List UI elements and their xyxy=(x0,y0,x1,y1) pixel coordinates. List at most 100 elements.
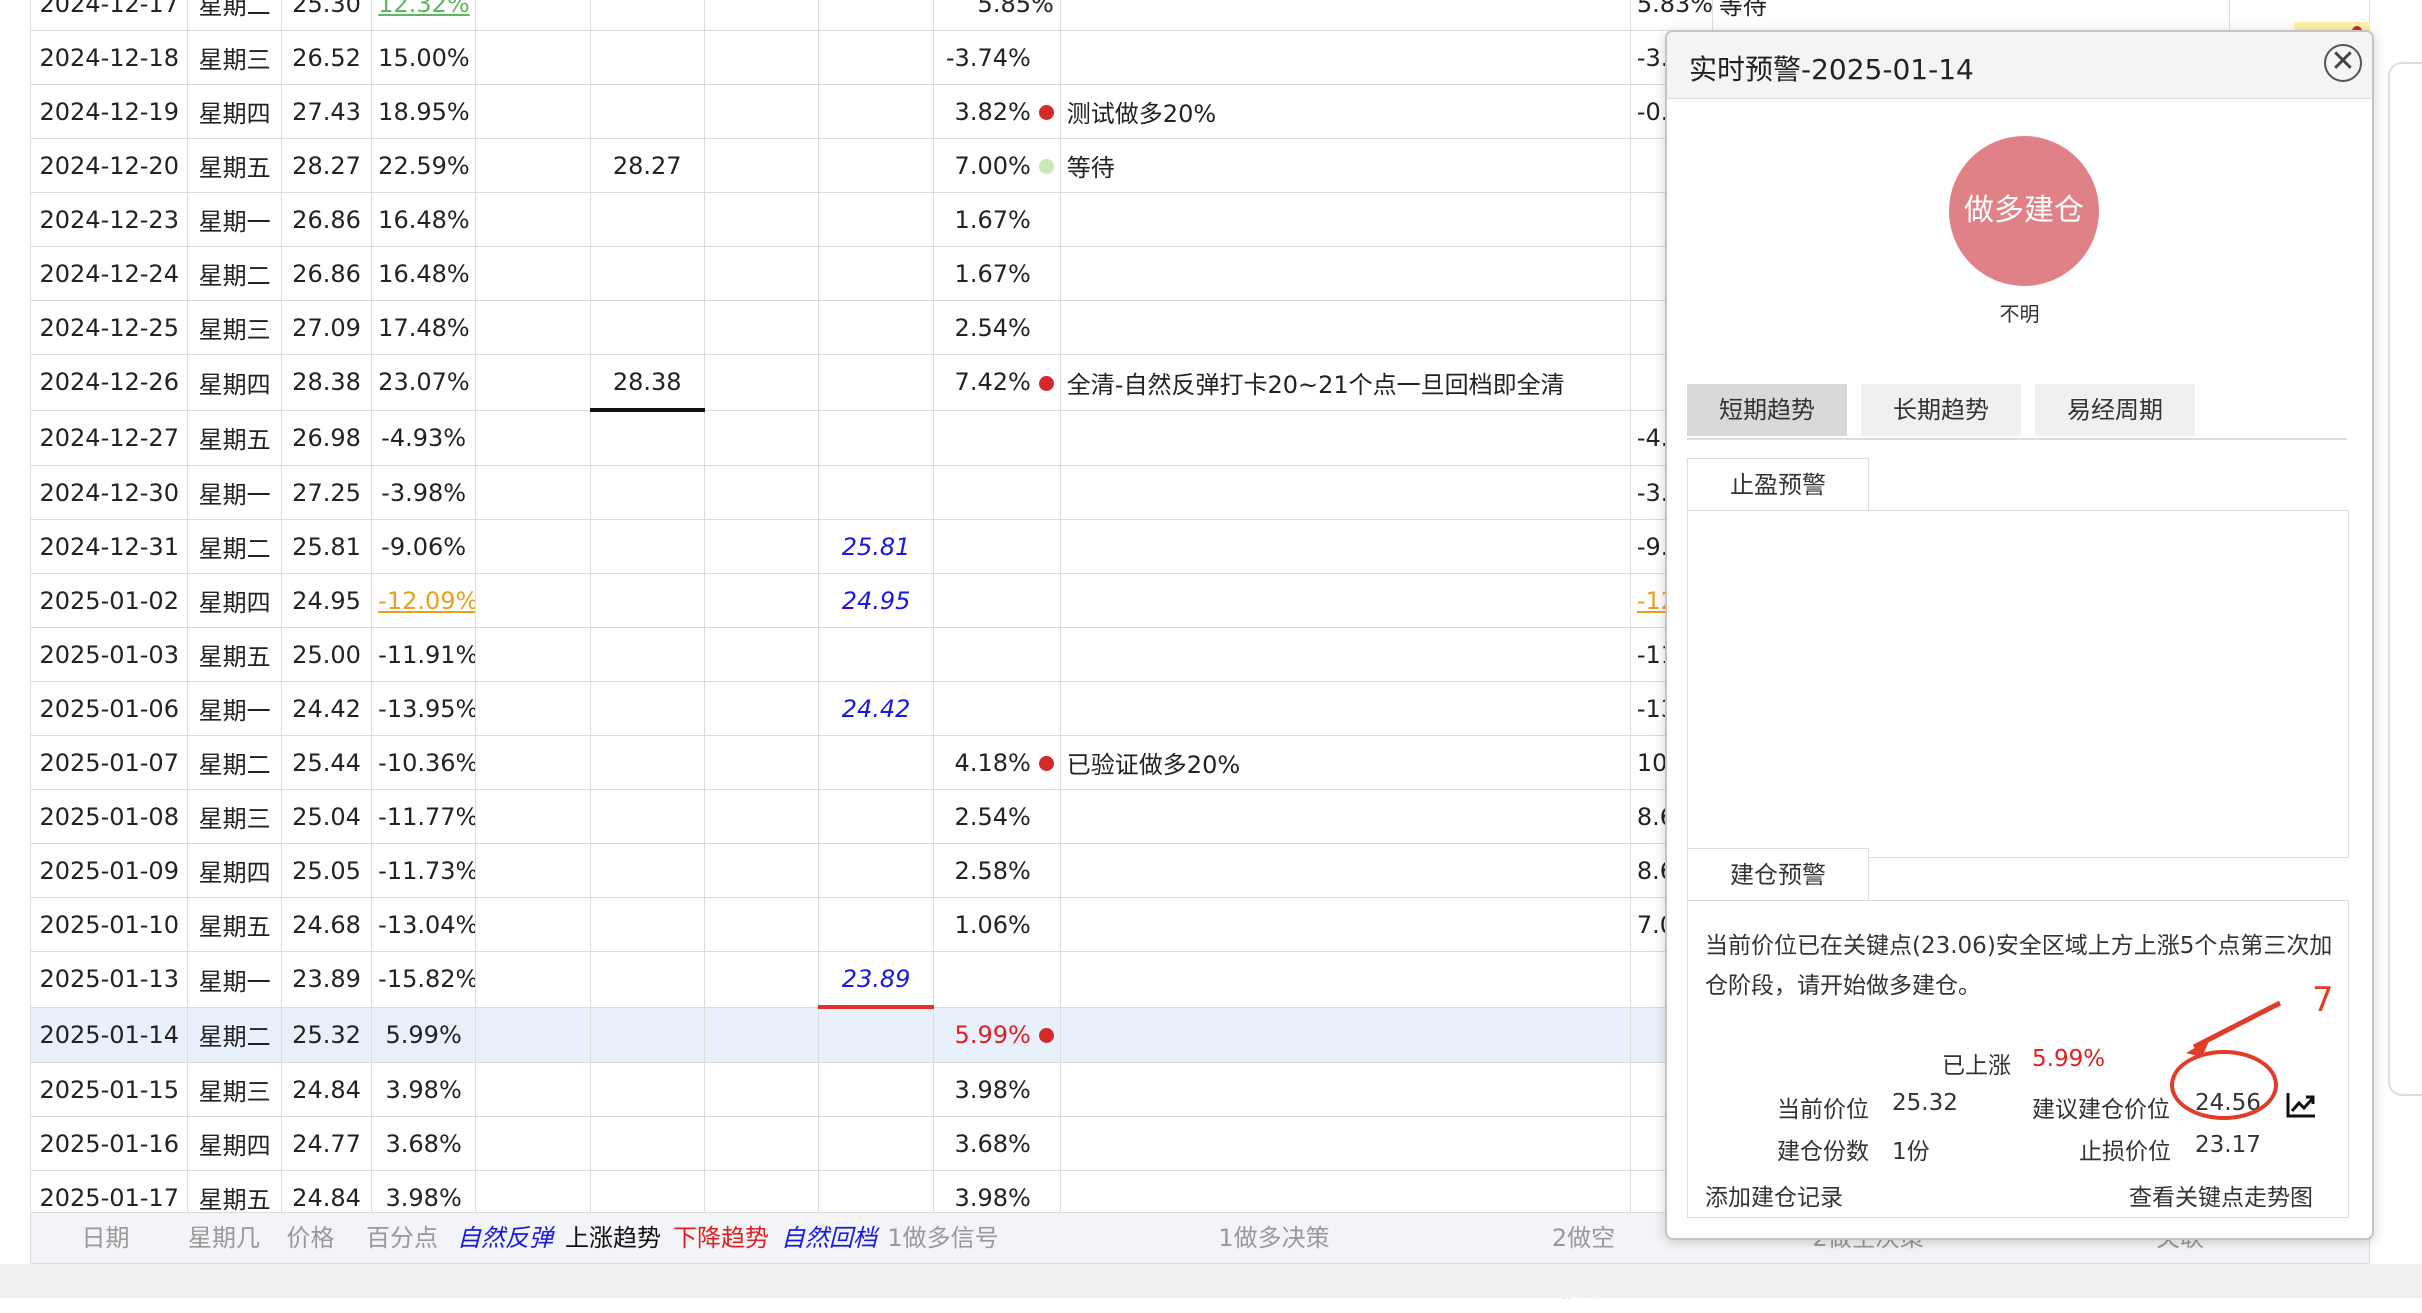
cell-long-decision: 测试做多20% xyxy=(1059,84,1631,139)
cell-uptrend: 28.38 xyxy=(589,354,705,412)
cell-weekday: 星期二 xyxy=(187,519,282,574)
cell-long-signal: 3.82% xyxy=(932,84,1061,139)
cell-long-decision xyxy=(1059,1062,1631,1117)
cell-natural-rebound xyxy=(475,627,591,682)
cell-downtrend xyxy=(703,84,820,139)
cell-price: 23.89 xyxy=(280,951,373,1008)
cell-downtrend xyxy=(703,354,820,411)
cell-natural-pullback xyxy=(818,192,934,247)
cell-long-signal: 4.18% xyxy=(932,735,1061,790)
view-keypoint-chart-link[interactable]: 查看关键点走势图 xyxy=(2129,1178,2313,1212)
cell-percent: 18.95% xyxy=(371,84,477,139)
cell-uptrend xyxy=(589,1006,705,1063)
cell-long-decision xyxy=(1059,246,1631,301)
cell-uptrend xyxy=(589,951,705,1008)
cell-natural-rebound xyxy=(475,465,591,520)
cell-weekday: 星期二 xyxy=(187,1006,282,1063)
stoploss-value: 23.17 xyxy=(2195,1132,2261,1158)
long-signal-value: 4.18% xyxy=(954,748,1031,777)
trend-chart-icon[interactable] xyxy=(2285,1090,2317,1120)
long-position-button[interactable]: 做多建仓 xyxy=(1949,136,2099,286)
cell-downtrend xyxy=(703,0,820,31)
cell-percent: 23.07% xyxy=(371,354,477,411)
cell-weekday: 星期一 xyxy=(187,465,282,520)
cell-natural-pullback xyxy=(818,246,934,301)
shares-label: 建仓份数 xyxy=(1777,1139,1869,1165)
cell-natural-pullback xyxy=(818,1062,934,1117)
cell-natural-rebound xyxy=(475,1116,591,1171)
cell-natural-pullback xyxy=(818,30,934,85)
cell-uptrend: 28.27 xyxy=(589,138,705,193)
long-signal-value: 3.98% xyxy=(954,1183,1031,1212)
cell-uptrend xyxy=(589,192,705,247)
cell-uptrend xyxy=(589,300,705,355)
tab-take-profit-alert[interactable]: 止盈预警 xyxy=(1687,458,1869,511)
footer-col-6: 下降趋势 xyxy=(673,1224,769,1252)
cell-natural-rebound xyxy=(475,897,591,952)
cell-date: 2024-12-18 xyxy=(29,30,189,85)
cell-uptrend xyxy=(589,681,705,736)
cell-weekday: 星期一 xyxy=(187,951,282,1008)
annotation-arrow xyxy=(2186,1000,2282,1057)
tab-long-trend[interactable]: 长期趋势 xyxy=(1861,384,2021,436)
long-signal-value: 7.42% xyxy=(954,368,1031,397)
cell-percent: 3.98% xyxy=(371,1062,477,1117)
cell-long-signal: 5.99% xyxy=(932,1006,1061,1063)
long-signal-value: -3.74% xyxy=(945,43,1031,72)
cell-natural-pullback xyxy=(818,843,934,898)
cell-date: 2025-01-16 xyxy=(29,1116,189,1171)
cell-natural-rebound xyxy=(475,843,591,898)
cell-date: 2024-12-19 xyxy=(29,84,189,139)
cell-downtrend xyxy=(703,30,820,85)
tab-build-alert[interactable]: 建仓预警 xyxy=(1687,848,1869,901)
green-dot-icon xyxy=(1038,159,1054,174)
cell-date: 2024-12-27 xyxy=(29,409,189,466)
cell-natural-pullback xyxy=(818,627,934,682)
cell-downtrend xyxy=(703,843,820,898)
cell-weekday: 星期五 xyxy=(187,138,282,193)
cell-weekday: 星期二 xyxy=(187,246,282,301)
cell-natural-rebound xyxy=(475,409,591,466)
cell-long-decision: 等待 xyxy=(1059,138,1631,193)
cell-percent: 5.99% xyxy=(371,1006,477,1063)
add-build-record-link[interactable]: 添加建仓记录 xyxy=(1705,1178,1843,1212)
build-alert-message: 当前价位已在关键点(23.06)安全区域上方上涨5个点第三次加仓阶段，请开始做多… xyxy=(1705,933,2333,999)
cell-long-decision: 已验证做多20% xyxy=(1059,735,1631,790)
cell-uptrend xyxy=(589,1116,705,1171)
cell-percent[interactable]: -12.09% xyxy=(371,573,477,628)
cell-date: 2025-01-15 xyxy=(29,1062,189,1117)
tab-yijing-cycle[interactable]: 易经周期 xyxy=(2035,384,2195,436)
tab-short-trend[interactable]: 短期趋势 xyxy=(1687,384,1847,436)
cell-price: 24.68 xyxy=(280,897,373,952)
cell-uptrend xyxy=(589,84,705,139)
cell-date: 2025-01-14 xyxy=(29,1006,189,1063)
cell-natural-rebound xyxy=(475,681,591,736)
cell-long-signal: 3.68% xyxy=(932,1116,1061,1171)
cell-long-signal: -3.74% xyxy=(932,30,1061,85)
close-icon[interactable]: ✕ xyxy=(2324,44,2362,82)
cell-natural-rebound xyxy=(475,0,591,31)
cell-long-signal: 5.85% xyxy=(932,0,1061,31)
cell-weekday: 星期二 xyxy=(187,0,282,31)
cell-uptrend xyxy=(589,573,705,628)
cell-downtrend xyxy=(703,465,820,520)
cell-short-signal: 5.83% xyxy=(1629,0,1713,31)
cell-long-decision xyxy=(1059,789,1631,844)
cell-date: 2024-12-25 xyxy=(29,300,189,355)
cell-date: 2025-01-09 xyxy=(29,843,189,898)
cell-weekday: 星期四 xyxy=(187,843,282,898)
cell-percent: 15.00% xyxy=(371,30,477,85)
cell-weekday: 星期三 xyxy=(187,1062,282,1117)
footer-col-2: 价格 xyxy=(286,1224,335,1252)
long-signal-value: 1.67% xyxy=(954,259,1031,288)
side-panel-edge[interactable] xyxy=(2388,62,2422,1096)
cell-percent: -13.04% xyxy=(371,897,477,952)
cell-price: 27.25 xyxy=(280,465,373,520)
bottom-scrollbar-area[interactable] xyxy=(0,1264,2422,1298)
cell-date: 2025-01-03 xyxy=(29,627,189,682)
cell-natural-rebound xyxy=(475,735,591,790)
cell-date: 2025-01-07 xyxy=(29,735,189,790)
cell-short-decision: 等待 xyxy=(1711,0,2231,31)
cell-downtrend xyxy=(703,735,820,790)
cell-date: 2024-12-26 xyxy=(29,354,189,411)
